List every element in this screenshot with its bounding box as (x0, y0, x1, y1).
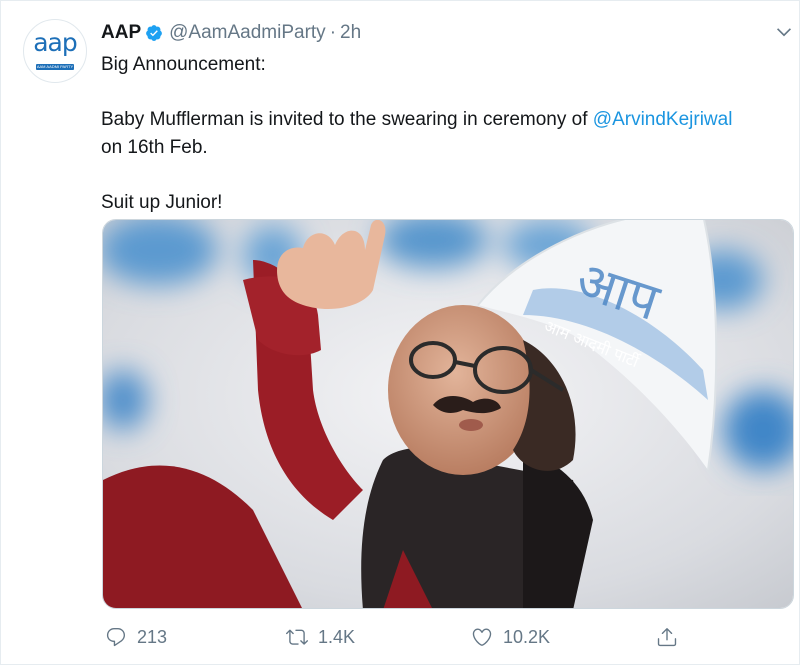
tweet-card[interactable]: aap AAM AADMI PARTY AAP @AamAadmiParty ·… (0, 0, 800, 665)
tweet-text: Big Announcement: Baby Mufflerman is inv… (101, 51, 791, 217)
author-handle[interactable]: @AamAadmiParty (169, 22, 326, 44)
retweet-count: 1.4K (318, 626, 356, 647)
like-button[interactable]: 10.2K (471, 623, 550, 651)
verified-badge-icon (146, 25, 162, 41)
tweet-time[interactable]: 2h (340, 22, 361, 44)
mention-link[interactable]: @ArvindKejriwal (593, 109, 733, 130)
avatar[interactable]: aap AAM AADMI PARTY (23, 19, 87, 83)
tweet-photo[interactable]: आप आम आदमी पार्टी (102, 219, 794, 609)
photo-illustration: आप आम आदमी पार्टी (103, 220, 793, 608)
like-icon (472, 628, 492, 646)
tweet-header: AAP @AamAadmiParty · 2h (101, 21, 361, 45)
retweet-button[interactable]: 1.4K (286, 623, 355, 651)
author-name[interactable]: AAP (101, 22, 141, 44)
separator-dot: · (329, 22, 337, 43)
like-count: 10.2K (503, 626, 551, 647)
avatar-logo-text: aap (33, 28, 78, 57)
tweet-text-fragment: on 16th Feb. (101, 137, 208, 158)
tweet-text-line: Big Announcement: (101, 54, 266, 75)
tweet-text-paragraph: Baby Mufflerman is invited to the sweari… (101, 106, 791, 162)
reply-button[interactable]: 213 (105, 623, 167, 651)
chevron-down-icon[interactable] (773, 21, 795, 43)
retweet-icon (286, 629, 308, 645)
reply-icon (106, 628, 126, 647)
tweet-text-fragment: Baby Mufflerman is invited to the sweari… (101, 109, 593, 130)
avatar-logo-sub: AAM AADMI PARTY (36, 64, 74, 70)
reply-count: 213 (137, 626, 168, 647)
share-icon (657, 628, 677, 647)
tweet-text-line: Suit up Junior! (101, 192, 223, 213)
share-button[interactable] (656, 623, 688, 651)
